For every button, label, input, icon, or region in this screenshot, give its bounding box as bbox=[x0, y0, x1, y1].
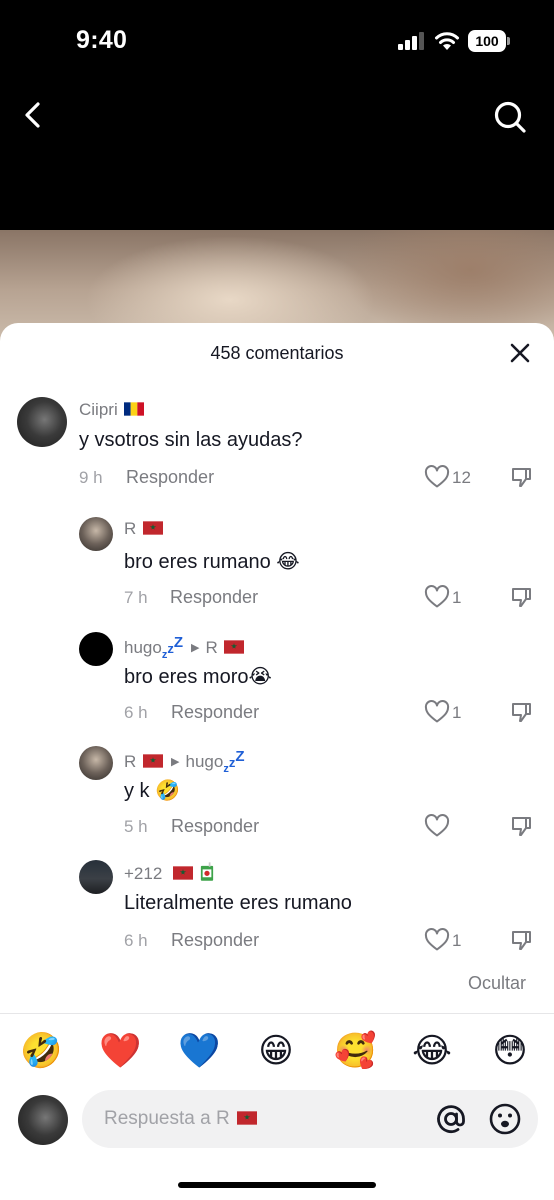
dislike-icon[interactable] bbox=[509, 701, 533, 725]
like-count: 1 bbox=[452, 588, 462, 607]
like-count: 12 bbox=[452, 468, 471, 487]
emoji-red-heart-button[interactable]: ❤️ bbox=[99, 1031, 141, 1071]
heart-icon[interactable] bbox=[424, 814, 450, 838]
reply-arrow-icon: ▶ bbox=[171, 756, 180, 768]
wifi-icon bbox=[435, 32, 459, 50]
romania-flag-icon bbox=[124, 402, 145, 416]
comment-text: bro eres moro😭 bbox=[124, 666, 272, 688]
reply-input-placeholder: Respuesta a R bbox=[104, 1108, 257, 1130]
comment-time: 5 h bbox=[124, 817, 148, 836]
battery-icon: 100 bbox=[468, 30, 510, 52]
comment-username[interactable]: Ciipri bbox=[79, 400, 145, 420]
cellular-signal-icon bbox=[398, 32, 424, 50]
avatar[interactable] bbox=[79, 860, 113, 894]
heart-icon[interactable] bbox=[424, 585, 450, 609]
comment-text: bro eres rumano 😂 bbox=[124, 551, 300, 573]
search-icon[interactable] bbox=[490, 97, 530, 137]
close-icon[interactable] bbox=[508, 341, 532, 365]
zzz-emoji: zzZ bbox=[161, 634, 183, 661]
dislike-icon[interactable] bbox=[509, 929, 533, 953]
morocco-flag-icon bbox=[143, 754, 164, 768]
reply-button[interactable]: Responder bbox=[171, 816, 259, 837]
reply-arrow-icon: ▶ bbox=[191, 642, 200, 654]
reply-button[interactable]: Responder bbox=[170, 587, 258, 608]
like-count: 1 bbox=[452, 703, 462, 722]
reply-button[interactable]: Responder bbox=[126, 467, 214, 488]
avatar[interactable] bbox=[79, 632, 113, 666]
emoji-rofl-button[interactable]: 🤣 bbox=[20, 1031, 62, 1071]
at-icon[interactable] bbox=[434, 1102, 468, 1136]
comments-sheet: 458 comentarios Ciipri y vsotros sin las… bbox=[0, 323, 554, 1200]
comment-text: y vsotros sin las ayudas? bbox=[79, 429, 303, 451]
comment-time: 7 h bbox=[124, 588, 148, 607]
emoji-joy-button[interactable]: 😂 bbox=[412, 1031, 452, 1071]
chevron-left-icon[interactable] bbox=[18, 98, 48, 132]
emoji-hearts-face-button[interactable]: 🥰 bbox=[334, 1031, 376, 1071]
morocco-flag-icon bbox=[173, 866, 194, 880]
morocco-flag-icon bbox=[236, 1111, 257, 1125]
comment-time: 6 h bbox=[124, 931, 148, 950]
comment-username[interactable]: hugozzZ ▶ R bbox=[124, 634, 245, 661]
reply-input[interactable]: Respuesta a R bbox=[82, 1090, 538, 1148]
morocco-flag-icon bbox=[224, 640, 245, 654]
dislike-icon[interactable] bbox=[509, 586, 533, 610]
juice-box-icon bbox=[200, 862, 213, 881]
morocco-flag-icon bbox=[143, 521, 164, 535]
avatar[interactable] bbox=[79, 746, 113, 780]
home-indicator[interactable] bbox=[178, 1182, 376, 1188]
user-avatar bbox=[18, 1095, 68, 1145]
comment-time: 6 h bbox=[124, 703, 148, 722]
comment-text: y k 🤣 bbox=[124, 780, 181, 802]
zzz-emoji: zzZ bbox=[223, 748, 245, 775]
status-bar: 9:40 100 bbox=[0, 0, 554, 80]
comment-time: 9 h bbox=[79, 468, 103, 487]
reply-button[interactable]: Responder bbox=[171, 702, 259, 723]
status-time: 9:40 bbox=[76, 26, 128, 54]
emoji-quick-bar: 🤣 ❤️ 💙 😁 🥰 😂 😳 bbox=[0, 1031, 554, 1075]
dislike-icon[interactable] bbox=[509, 466, 533, 490]
hide-replies-button[interactable]: Ocultar bbox=[468, 973, 526, 994]
emoji-grin-button[interactable]: 😁 bbox=[256, 1031, 296, 1071]
smiley-icon[interactable] bbox=[488, 1102, 522, 1136]
avatar[interactable] bbox=[79, 517, 113, 551]
heart-icon[interactable] bbox=[424, 928, 450, 952]
avatar[interactable] bbox=[17, 397, 67, 447]
divider bbox=[0, 1013, 554, 1014]
comment-username[interactable]: R ▶ hugozzZ bbox=[124, 748, 244, 775]
dislike-icon[interactable] bbox=[509, 815, 533, 839]
emoji-flushed-button[interactable]: 😳 bbox=[490, 1031, 530, 1071]
reply-button[interactable]: Responder bbox=[171, 930, 259, 951]
comment-username[interactable]: R bbox=[124, 519, 164, 539]
battery-level: 100 bbox=[468, 30, 506, 52]
comments-count-title: 458 comentarios bbox=[210, 343, 344, 363]
like-count: 1 bbox=[452, 931, 462, 950]
comment-text: Literalmente eres rumano bbox=[124, 892, 352, 914]
comment-username[interactable]: +212 bbox=[124, 862, 214, 884]
emoji-blue-heart-button[interactable]: 💙 bbox=[178, 1031, 220, 1071]
heart-icon[interactable] bbox=[424, 465, 450, 489]
heart-icon[interactable] bbox=[424, 700, 450, 724]
